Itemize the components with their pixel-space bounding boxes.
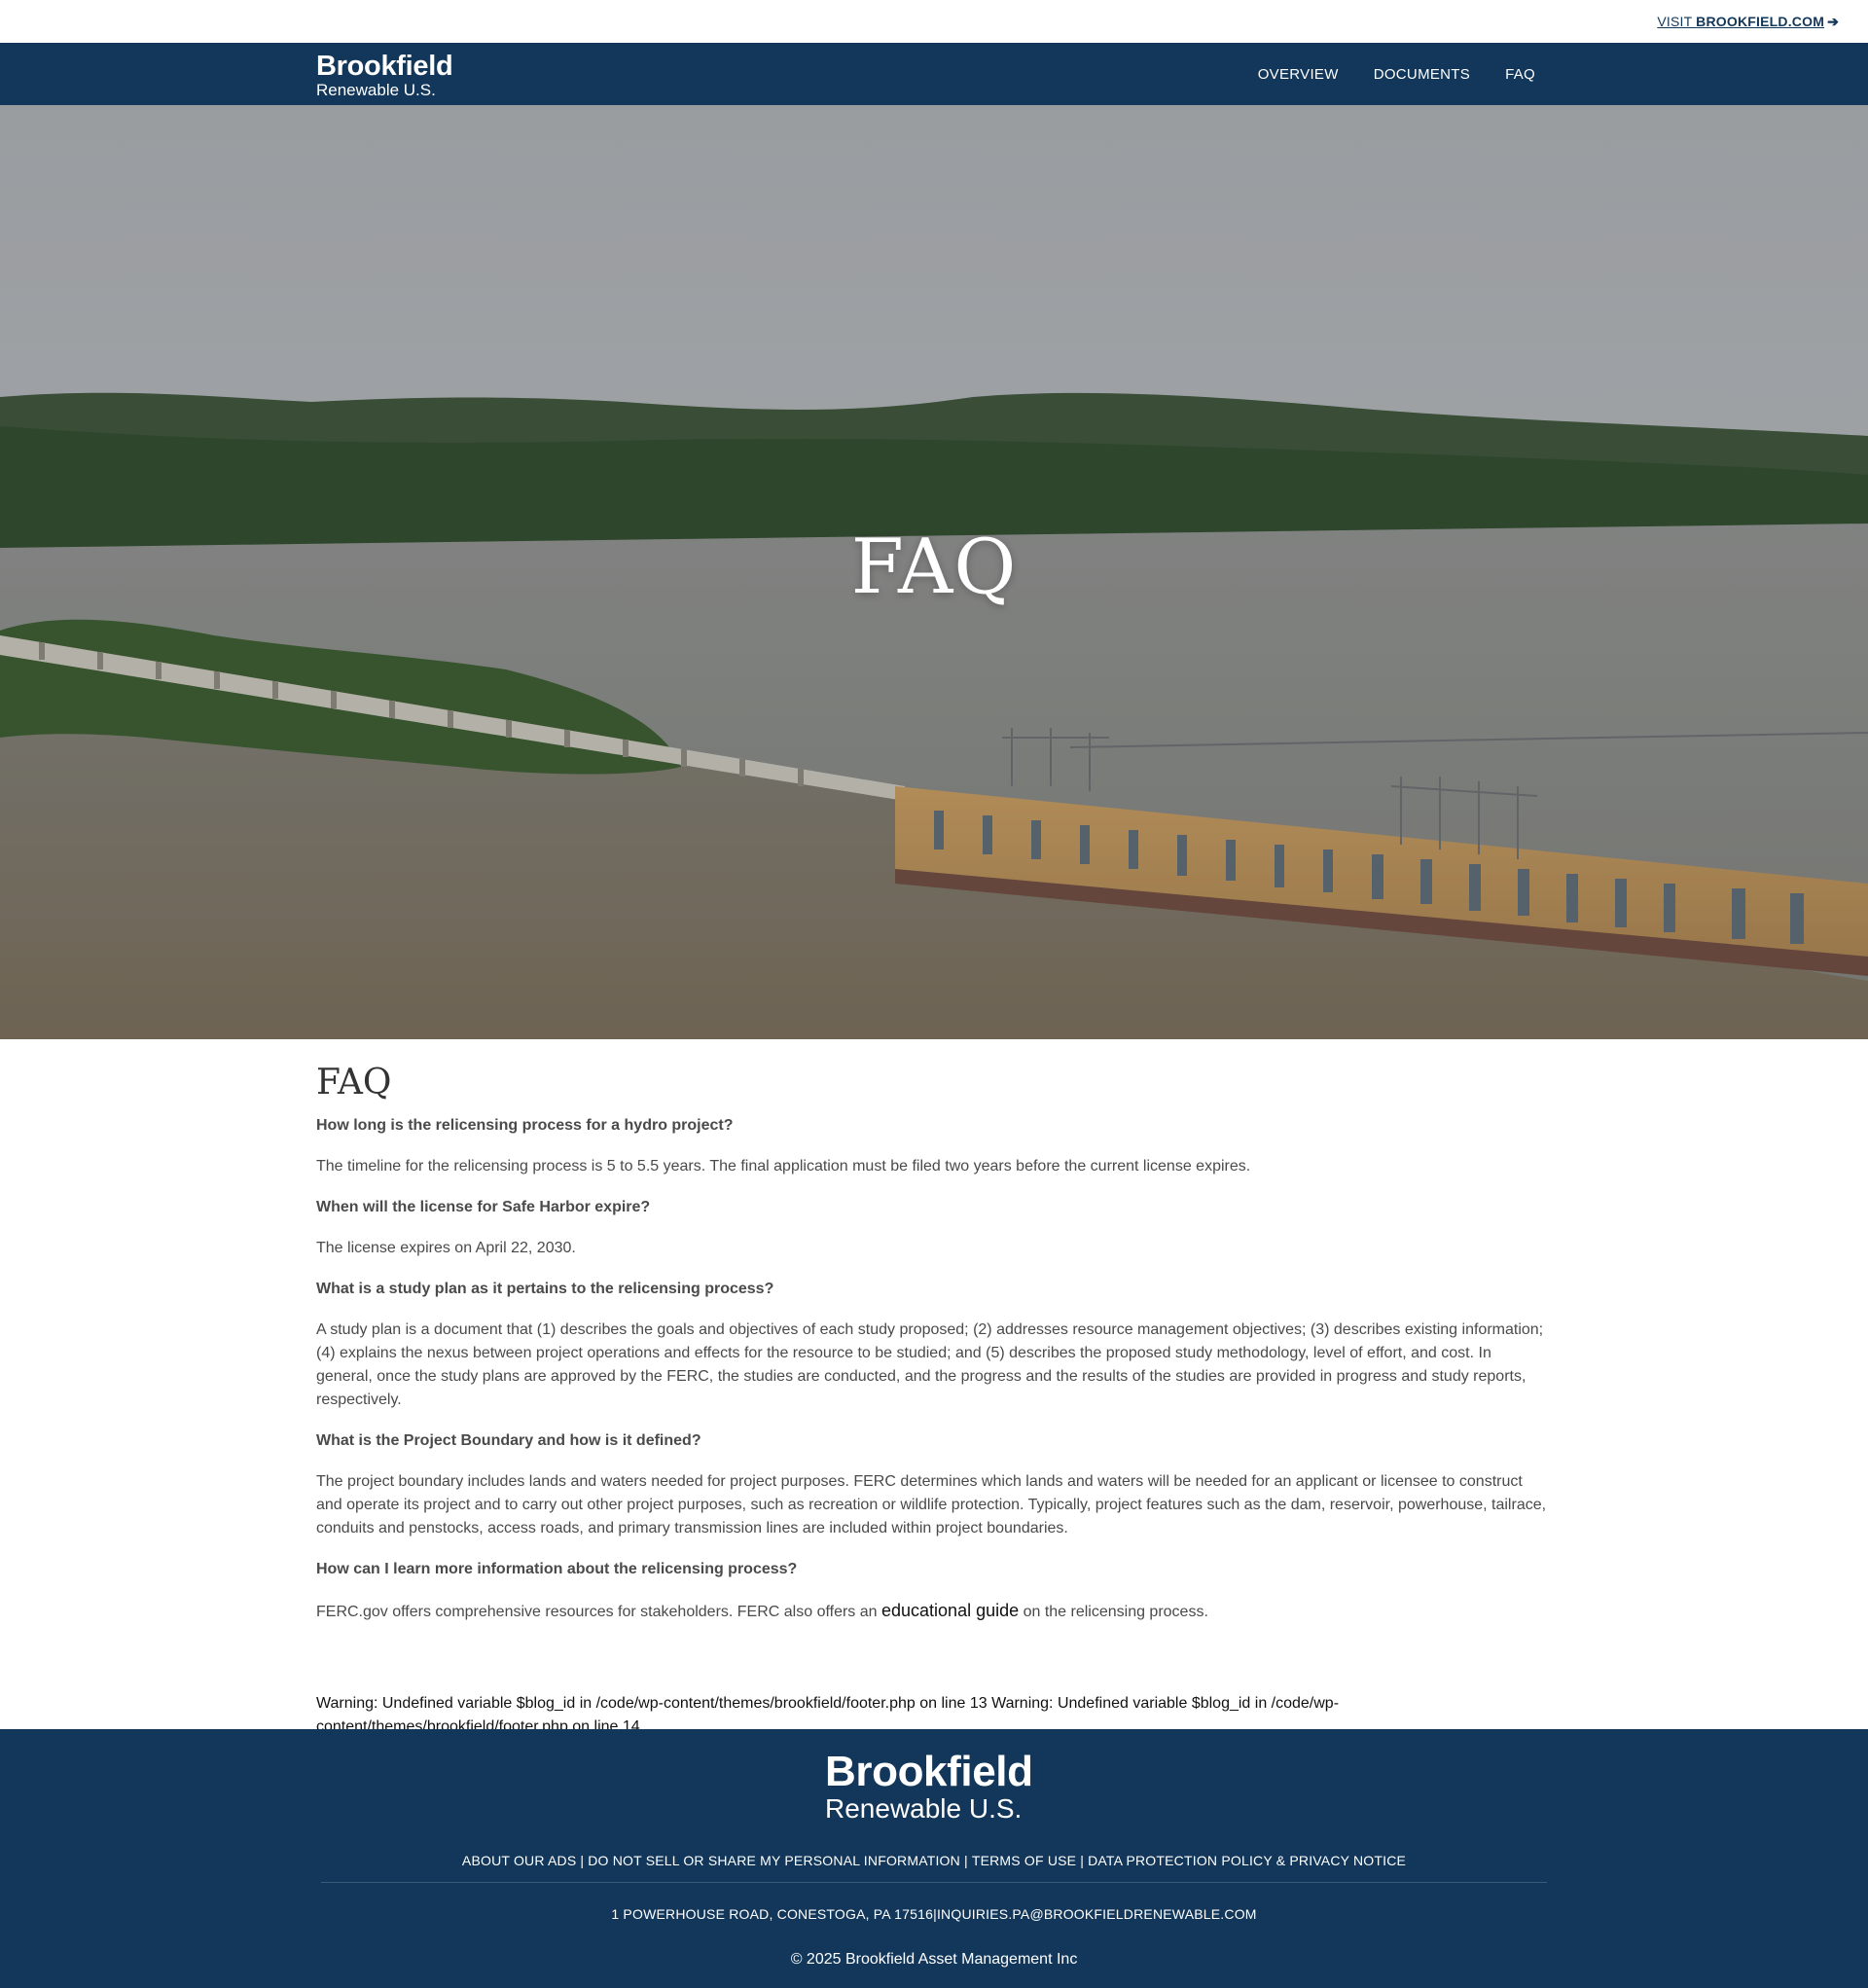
visit-brookfield-link[interactable]: VISIT BROOKFIELD.COM ➔: [1657, 14, 1839, 30]
footer-link-terms[interactable]: TERMS OF USE: [972, 1853, 1076, 1868]
footer-copyright: © 2025 Brookfield Asset Management Inc: [790, 1951, 1078, 1968]
footer-divider: [321, 1882, 1547, 1883]
footer-logo[interactable]: Brookfield Renewable U.S.: [825, 1751, 1033, 1823]
footer-link-privacy[interactable]: DATA PROTECTION POLICY & PRIVACY NOTICE: [1088, 1853, 1406, 1868]
main-content: FAQ How long is the relicensing process …: [316, 1039, 1552, 1624]
faq-item: What is the Project Boundary and how is …: [316, 1431, 1552, 1540]
faq-question: How long is the relicensing process for …: [316, 1117, 734, 1134]
nav-faq[interactable]: FAQ: [1505, 66, 1535, 83]
hero-title: FAQ: [850, 524, 1018, 611]
footer-separator: |: [580, 1853, 585, 1868]
faq-answer: FERC.gov offers comprehensive resources …: [316, 1599, 1552, 1624]
faq-answer: A study plan is a document that (1) desc…: [316, 1321, 1544, 1408]
site-footer: Brookfield Renewable U.S. ABOUT OUR ADS |…: [0, 1729, 1868, 1988]
educational-guide-link[interactable]: educational guide: [881, 1601, 1019, 1620]
faq-answer: The project boundary includes lands and …: [316, 1473, 1547, 1536]
faq-item: When will the license for Safe Harbor ex…: [316, 1198, 1552, 1260]
faq-answer: The license expires on April 22, 2030.: [316, 1240, 576, 1256]
footer-link-do-not-sell[interactable]: DO NOT SELL OR SHARE MY PERSONAL INFORMA…: [588, 1853, 960, 1868]
faq-question: What is the Project Boundary and how is …: [316, 1432, 701, 1449]
brand-logo[interactable]: Brookfield Renewable U.S.: [316, 51, 453, 99]
faq-answer-text: FERC.gov offers comprehensive resources …: [316, 1604, 881, 1620]
footer-street-address: 1 POWERHOUSE ROAD, CONESTOGA, PA 17516: [611, 1906, 934, 1922]
logo-sub: Renewable U.S.: [316, 81, 436, 99]
arrow-right-icon: ➔: [1827, 14, 1839, 29]
footer-separator: |: [1080, 1853, 1085, 1868]
footer-link-about-ads[interactable]: ABOUT OUR ADS: [462, 1853, 576, 1868]
faq-item: What is a study plan as it pertains to t…: [316, 1280, 1552, 1412]
faq-item: How long is the relicensing process for …: [316, 1116, 1552, 1178]
footer-separator: |: [963, 1853, 968, 1868]
faq-answer: The timeline for the relicensing process…: [316, 1158, 1251, 1175]
faq-question: What is a study plan as it pertains to t…: [316, 1281, 774, 1297]
faq-answer-text-end: on the relicensing process.: [1019, 1604, 1208, 1620]
page-title: FAQ: [316, 1063, 392, 1102]
nav-overview[interactable]: OVERVIEW: [1258, 66, 1339, 83]
footer-logo-main: Brookfield: [825, 1748, 1033, 1795]
nav-documents[interactable]: DOCUMENTS: [1374, 66, 1470, 83]
footer-links: ABOUT OUR ADS | DO NOT SELL OR SHARE MY PE…: [0, 1853, 1868, 1868]
utility-bar: VISIT BROOKFIELD.COM ➔: [0, 0, 1868, 43]
visit-prefix: VISIT: [1657, 14, 1697, 29]
visit-site: BROOKFIELD.COM: [1696, 14, 1825, 29]
site-header: Brookfield Renewable U.S. OVERVIEW DOCUM…: [0, 43, 1868, 105]
main-nav: OVERVIEW DOCUMENTS FAQ: [1258, 43, 1535, 105]
faq-question: How can I learn more information about t…: [316, 1561, 798, 1577]
faq-question: When will the license for Safe Harbor ex…: [316, 1199, 651, 1215]
footer-address: 1 POWERHOUSE ROAD, CONESTOGA, PA 17516|I…: [0, 1906, 1868, 1922]
footer-email-link[interactable]: INQUIRIES.PA@BROOKFIELDRENEWABLE.COM: [937, 1906, 1257, 1922]
footer-logo-sub: Renewable U.S.: [825, 1793, 1023, 1824]
hero-banner: FAQ: [0, 105, 1868, 1039]
faq-item: How can I learn more information about t…: [316, 1560, 1552, 1624]
logo-main: Brookfield: [316, 51, 453, 82]
